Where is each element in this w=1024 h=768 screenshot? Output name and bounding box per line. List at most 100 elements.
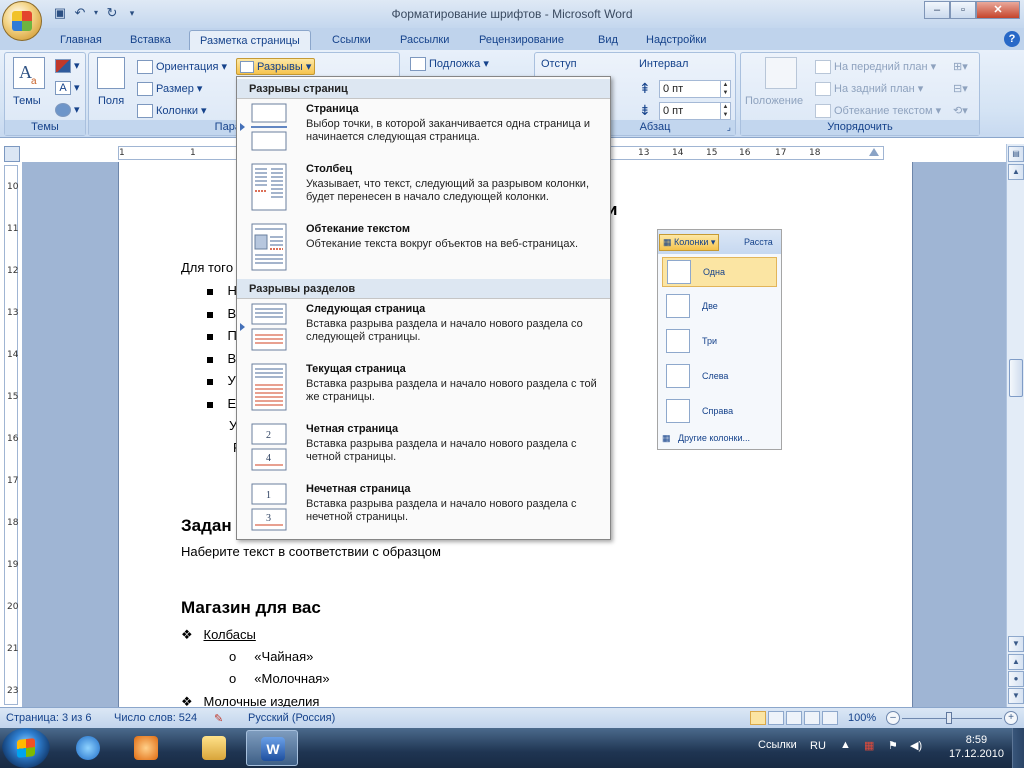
one-column-icon — [667, 260, 691, 284]
network-status-icon[interactable]: ▦ — [864, 739, 874, 752]
send-back-button[interactable]: На задний план ▾ — [815, 82, 923, 97]
language-bar[interactable]: RU — [810, 740, 826, 752]
zoom-in-button[interactable]: + — [1004, 711, 1018, 725]
size-button[interactable]: Размер ▾ — [137, 82, 202, 97]
zoom-level[interactable]: 100% — [848, 712, 876, 724]
show-desktop-button[interactable] — [1012, 728, 1024, 768]
position-icon[interactable] — [765, 57, 797, 89]
margins-icon[interactable] — [97, 57, 125, 89]
draft-view-button[interactable] — [822, 711, 838, 725]
margins-button[interactable]: Поля — [98, 95, 124, 107]
taskbar-explorer[interactable] — [188, 730, 240, 766]
text-wrap-button[interactable]: Обтекание текстом ▾ — [815, 104, 941, 119]
menu-item-next-page[interactable]: Следующая страница Вставка разрыва разде… — [237, 299, 610, 359]
theme-colors-icon[interactable]: ▾ — [55, 59, 80, 74]
ruler-tick: 23 — [7, 686, 19, 696]
spacing-before-input[interactable]: 0 пт ▲ ▼ — [659, 80, 731, 98]
theme-fonts-icon[interactable]: A ▾ — [55, 81, 80, 96]
menu-item-description: Вставка разрыва раздела и начало нового … — [306, 318, 583, 343]
breaks-icon — [240, 61, 254, 74]
orientation-button[interactable]: Ориентация ▾ — [137, 60, 227, 75]
maximize-button[interactable]: ▫ — [950, 1, 976, 19]
bullet-item: В — [207, 306, 236, 321]
full-screen-view-button[interactable] — [768, 711, 784, 725]
taskbar-ie[interactable] — [62, 730, 114, 766]
text-wrapping-icon — [251, 223, 287, 271]
group-icon[interactable]: ⊟▾ — [953, 82, 968, 95]
window-title: Форматирование шрифтов - Microsoft Word — [391, 7, 633, 21]
taskbar-word[interactable]: W — [246, 730, 298, 766]
zoom-slider-track[interactable] — [902, 718, 1002, 719]
zoom-slider-thumb[interactable] — [946, 712, 952, 724]
tab-addins[interactable]: Надстройки — [636, 30, 716, 50]
vertical-ruler[interactable]: 10 11 12 13 14 15 16 17 18 19 20 21 23 — [4, 165, 18, 705]
links-toolbar[interactable]: Ссылки — [758, 739, 797, 751]
zoom-out-button[interactable]: – — [886, 711, 900, 725]
theme-effects-icon[interactable]: ▾ — [55, 103, 80, 118]
select-browse-object-button[interactable]: ● — [1008, 671, 1024, 687]
tab-page-layout[interactable]: Разметка страницы — [189, 30, 311, 50]
clock[interactable]: 8:59 17.12.2010 — [949, 733, 1004, 761]
close-button[interactable]: ✕ — [976, 1, 1020, 19]
watermark-button[interactable]: Подложка ▾ — [410, 57, 489, 72]
tab-review[interactable]: Рецензирование — [469, 30, 574, 50]
themes-icon[interactable]: Aa — [13, 57, 45, 89]
page-count[interactable]: Страница: 3 из 6 — [6, 712, 92, 724]
menu-item-continuous[interactable]: Текущая страница Вставка разрыва раздела… — [237, 359, 610, 419]
menu-item-title: Страница — [306, 103, 359, 115]
vertical-scrollbar[interactable]: ▤ ▲ ▼ ▲ ● ▼ — [1006, 144, 1024, 707]
bullet-item: Н — [207, 283, 237, 298]
dialog-launcher-icon[interactable]: ⌟ — [727, 120, 731, 135]
office-button[interactable] — [2, 1, 42, 41]
scroll-up-button[interactable]: ▲ — [1008, 164, 1024, 180]
menu-item-odd-page[interactable]: 1 3 Нечетная страница Вставка разрыва ра… — [237, 479, 610, 539]
tab-view[interactable]: Вид — [588, 30, 628, 50]
spacing-after-input[interactable]: 0 пт ▲ ▼ — [659, 102, 731, 120]
spinner-arrows-icon[interactable]: ▲ ▼ — [720, 103, 730, 119]
print-layout-view-button[interactable] — [750, 711, 766, 725]
position-button[interactable]: Положение — [745, 95, 803, 107]
next-page-button[interactable]: ▼ — [1008, 688, 1024, 704]
ruler-tick: 20 — [7, 602, 19, 612]
right-indent-marker-icon[interactable] — [869, 148, 879, 156]
align-icon[interactable]: ⊞▾ — [953, 60, 968, 73]
menu-item-column-break[interactable]: Столбец Указывает, что текст, следующий … — [237, 159, 610, 219]
flag-icon[interactable]: ⚑ — [888, 739, 898, 752]
menu-item-page-break[interactable]: Страница Выбор точки, в которой заканчив… — [237, 99, 610, 159]
rotate-icon[interactable]: ⟲▾ — [953, 104, 968, 117]
taskbar-media-player[interactable] — [120, 730, 172, 766]
language-indicator[interactable]: Русский (Россия) — [248, 712, 335, 724]
tray-arrow-icon[interactable]: ▲ — [840, 739, 851, 751]
menu-item-even-page[interactable]: 2 4 Четная страница Вставка разрыва разд… — [237, 419, 610, 479]
intro-line: Для тогo — [181, 260, 234, 275]
minimize-button[interactable]: – — [924, 1, 950, 19]
scroll-down-button[interactable]: ▼ — [1008, 636, 1024, 652]
tab-selector-icon[interactable] — [4, 146, 20, 162]
web-layout-view-button[interactable] — [786, 711, 802, 725]
help-icon[interactable]: ? — [1004, 31, 1020, 47]
prev-page-button[interactable]: ▲ — [1008, 654, 1024, 670]
tab-mailings[interactable]: Рассылки — [390, 30, 459, 50]
tab-insert[interactable]: Вставка — [120, 30, 181, 50]
volume-icon[interactable]: ◀) — [910, 739, 922, 752]
columns-button[interactable]: Колонки ▾ — [137, 104, 207, 119]
bullet-item: В — [207, 351, 236, 366]
bring-front-button[interactable]: На передний план ▾ — [815, 60, 936, 75]
themes-button[interactable]: Темы — [13, 95, 41, 107]
ruler-toggle-icon[interactable]: ▤ — [1008, 146, 1024, 162]
outline-view-button[interactable] — [804, 711, 820, 725]
spinner-arrows-icon[interactable]: ▲ ▼ — [720, 81, 730, 97]
send-back-icon — [815, 82, 831, 97]
tab-home[interactable]: Главная — [50, 30, 112, 50]
tab-references[interactable]: Ссылки — [322, 30, 381, 50]
columns-icon — [137, 104, 153, 119]
proofing-icon[interactable]: ✎ — [214, 712, 223, 725]
breaks-button[interactable]: Разрывы ▾ — [236, 58, 316, 76]
scroll-thumb[interactable] — [1009, 359, 1023, 397]
window-controls: – ▫ ✕ — [924, 1, 1020, 19]
word-count[interactable]: Число слов: 524 — [114, 712, 197, 724]
title-bar: ▣ ↶ ▾ ↻ ▾ Форматирование шрифтов - Micro… — [0, 0, 1024, 28]
menu-item-text-wrapping[interactable]: Обтекание текстом Обтекание текста вокру… — [237, 219, 610, 279]
start-button[interactable] — [2, 728, 50, 768]
watermark-icon — [410, 57, 426, 72]
